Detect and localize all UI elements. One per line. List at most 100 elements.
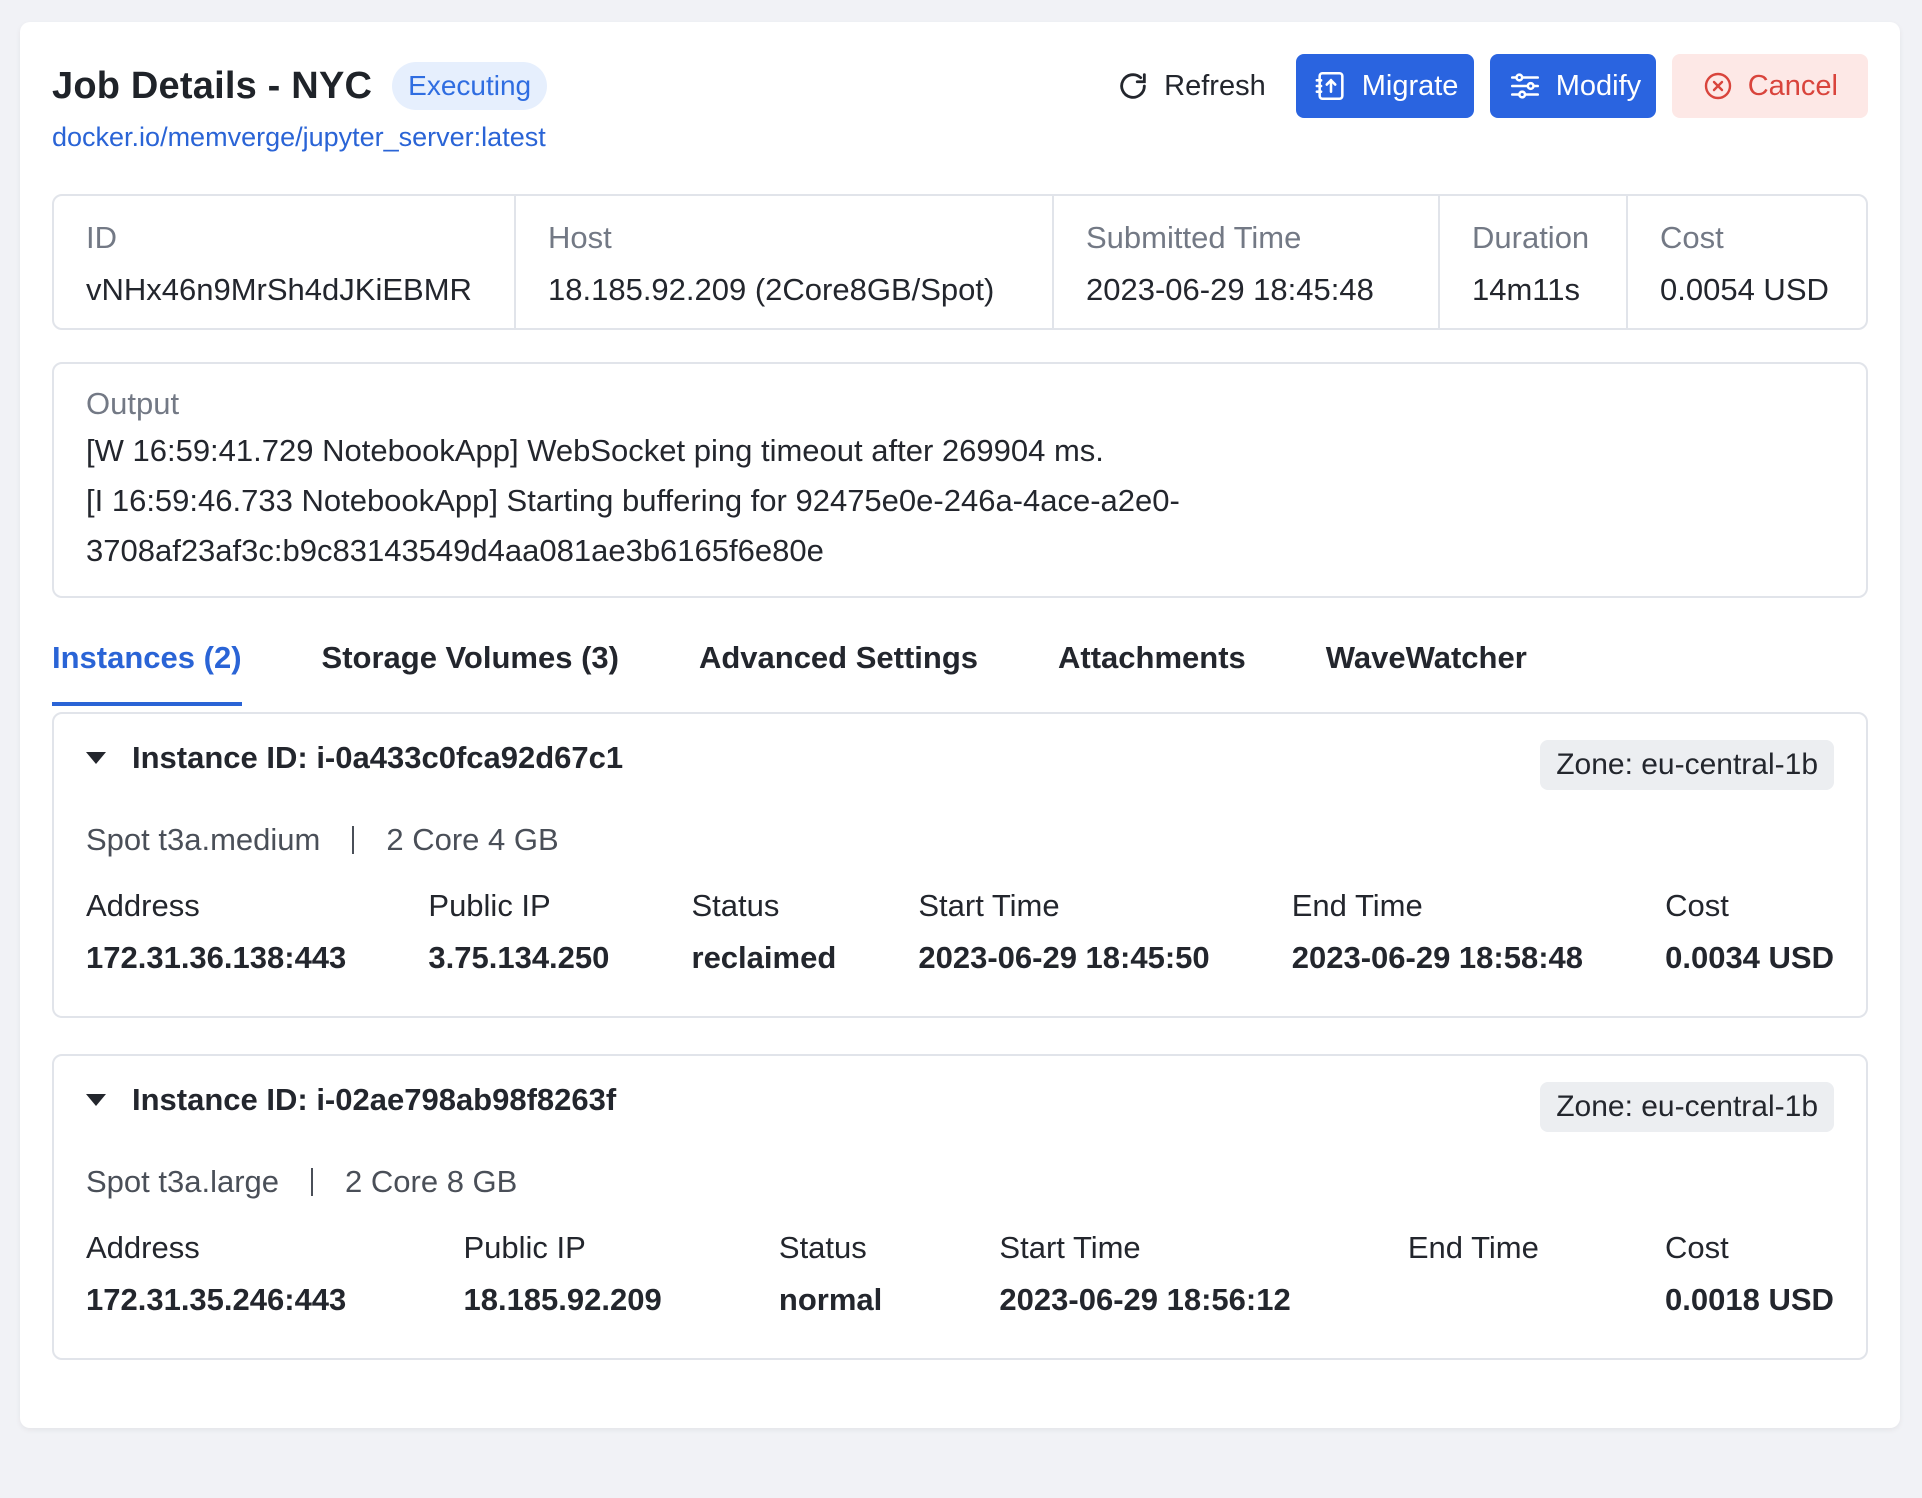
output-label: Output bbox=[86, 386, 180, 421]
modify-button[interactable]: Modify bbox=[1489, 54, 1656, 118]
instance-header[interactable]: Instance ID: i-0a433c0fca92d67c1 bbox=[86, 740, 623, 776]
start-time-label: Start Time bbox=[999, 1230, 1141, 1265]
field-start-time: Start Time 2023-06-29 18:56:12 bbox=[999, 1230, 1290, 1318]
field-status: Status normal bbox=[779, 1230, 882, 1318]
submitted-value: 2023-06-29 18:45:48 bbox=[1086, 272, 1374, 307]
tab-wavewatcher[interactable]: WaveWatcher bbox=[1326, 640, 1527, 706]
instance-type: Spot t3a.large bbox=[86, 1164, 280, 1199]
instance-cost-label: Cost bbox=[1665, 888, 1729, 923]
field-cost: Cost 0.0018 USD bbox=[1665, 1230, 1834, 1318]
start-time-label: Start Time bbox=[918, 888, 1060, 923]
instance-fields: Address 172.31.35.246:443 Public IP 18.1… bbox=[86, 1230, 1834, 1318]
tab-storage-volumes[interactable]: Storage Volumes (3) bbox=[322, 640, 619, 706]
close-circle-icon bbox=[1702, 70, 1734, 102]
migrate-button[interactable]: Migrate bbox=[1295, 54, 1474, 118]
field-address: Address 172.31.35.246:443 bbox=[86, 1230, 346, 1318]
field-public-ip: Public IP 18.185.92.209 bbox=[463, 1230, 661, 1318]
output-line: [I 16:59:46.733 NotebookApp] Starting bu… bbox=[86, 483, 1180, 518]
address-value: 172.31.36.138:443 bbox=[86, 940, 347, 975]
instance-header[interactable]: Instance ID: i-02ae798ab98f8263f bbox=[86, 1082, 616, 1118]
field-cost: Cost 0.0034 USD bbox=[1665, 888, 1834, 976]
end-time-value bbox=[1408, 1282, 1548, 1318]
container-image-link[interactable]: docker.io/memverge/jupyter_server:latest bbox=[52, 122, 546, 153]
instance-spec: Spot t3a.large 2 Core 8 GB bbox=[86, 1164, 517, 1200]
id-label: ID bbox=[86, 220, 117, 255]
instance-id: Instance ID: i-02ae798ab98f8263f bbox=[132, 1082, 617, 1117]
cost-value: 0.0054 USD bbox=[1660, 272, 1829, 307]
field-end-time: End Time 2023-06-29 18:58:48 bbox=[1292, 888, 1583, 976]
end-time-value: 2023-06-29 18:58:48 bbox=[1291, 940, 1584, 975]
page-title: Job Details - NYC bbox=[52, 64, 373, 107]
refresh-button[interactable]: Refresh bbox=[1102, 54, 1280, 118]
host-label: Host bbox=[548, 220, 612, 255]
caret-down-icon[interactable] bbox=[86, 752, 106, 764]
modify-label: Modify bbox=[1555, 69, 1642, 102]
output-log: [W 16:59:41.729 NotebookApp] WebSocket p… bbox=[86, 426, 1834, 576]
address-label: Address bbox=[86, 1230, 200, 1265]
tab-attachments[interactable]: Attachments bbox=[1058, 640, 1246, 706]
host-value: 18.185.92.209 (2Core8GB/Spot) bbox=[548, 272, 995, 307]
instance-resources: 2 Core 4 GB bbox=[386, 822, 559, 857]
zone-badge: Zone: eu-central-1b bbox=[1540, 740, 1834, 790]
end-time-label: End Time bbox=[1407, 1230, 1539, 1265]
migrate-label: Migrate bbox=[1361, 69, 1459, 102]
summary-submitted: Submitted Time 2023-06-29 18:45:48 bbox=[1054, 196, 1440, 328]
migrate-icon bbox=[1314, 69, 1348, 103]
output-line: [W 16:59:41.729 NotebookApp] WebSocket p… bbox=[86, 433, 1104, 468]
public-ip-value: 18.185.92.209 bbox=[463, 1282, 662, 1317]
id-value: vNHx46n9MrSh4dJKiEBMR bbox=[86, 272, 472, 307]
status-label: Status bbox=[778, 1230, 867, 1265]
address-value: 172.31.35.246:443 bbox=[86, 1282, 347, 1317]
job-details-card: Job Details - NYC Executing docker.io/me… bbox=[20, 22, 1900, 1428]
summary-duration: Duration 14m11s bbox=[1440, 196, 1628, 328]
status-label: Status bbox=[691, 888, 780, 923]
end-time-label: End Time bbox=[1291, 888, 1423, 923]
status-badge: Executing bbox=[392, 62, 548, 110]
duration-value: 14m11s bbox=[1472, 272, 1580, 307]
instance-spec: Spot t3a.medium 2 Core 4 GB bbox=[86, 822, 559, 858]
summary-id: ID vNHx46n9MrSh4dJKiEBMR bbox=[54, 196, 516, 328]
start-time-value: 2023-06-29 18:56:12 bbox=[999, 1282, 1291, 1317]
instance-type: Spot t3a.medium bbox=[86, 822, 321, 857]
field-public-ip: Public IP 3.75.134.250 bbox=[428, 888, 609, 976]
tab-advanced-settings[interactable]: Advanced Settings bbox=[699, 640, 978, 706]
instance-fields: Address 172.31.36.138:443 Public IP 3.75… bbox=[86, 888, 1834, 976]
tab-instances[interactable]: Instances (2) bbox=[52, 640, 242, 706]
field-end-time: End Time bbox=[1408, 1230, 1548, 1318]
start-time-value: 2023-06-29 18:45:50 bbox=[918, 940, 1210, 975]
refresh-icon bbox=[1116, 69, 1150, 103]
summary-cost: Cost 0.0054 USD bbox=[1628, 196, 1866, 328]
action-bar: Refresh Migrate Modify Cancel bbox=[1102, 54, 1868, 118]
title-row: Job Details - NYC Executing bbox=[52, 62, 548, 110]
public-ip-label: Public IP bbox=[428, 888, 551, 923]
divider bbox=[352, 826, 355, 854]
sliders-icon bbox=[1508, 69, 1542, 103]
instance-card: Instance ID: i-02ae798ab98f8263f Zone: e… bbox=[52, 1054, 1868, 1360]
instance-resources: 2 Core 8 GB bbox=[345, 1164, 518, 1199]
submitted-label: Submitted Time bbox=[1086, 220, 1302, 255]
caret-down-icon[interactable] bbox=[86, 1094, 106, 1106]
cancel-label: Cancel bbox=[1747, 69, 1838, 102]
instance-card: Instance ID: i-0a433c0fca92d67c1 Zone: e… bbox=[52, 712, 1868, 1018]
field-status: Status reclaimed bbox=[692, 888, 837, 976]
field-start-time: Start Time 2023-06-29 18:45:50 bbox=[918, 888, 1209, 976]
status-value: normal bbox=[778, 1282, 883, 1317]
public-ip-label: Public IP bbox=[463, 1230, 586, 1265]
tab-bar: Instances (2) Storage Volumes (3) Advanc… bbox=[52, 640, 1607, 706]
field-address: Address 172.31.36.138:443 bbox=[86, 888, 346, 976]
instance-id: Instance ID: i-0a433c0fca92d67c1 bbox=[132, 740, 624, 775]
cost-label: Cost bbox=[1660, 220, 1724, 255]
divider bbox=[311, 1168, 314, 1196]
zone-badge: Zone: eu-central-1b bbox=[1540, 1082, 1834, 1132]
job-summary: ID vNHx46n9MrSh4dJKiEBMR Host 18.185.92.… bbox=[52, 194, 1868, 330]
status-value: reclaimed bbox=[691, 940, 837, 975]
instance-cost-value: 0.0034 USD bbox=[1665, 940, 1834, 975]
output-panel: Output [W 16:59:41.729 NotebookApp] WebS… bbox=[52, 362, 1868, 598]
duration-label: Duration bbox=[1472, 220, 1590, 255]
instance-cost-value: 0.0018 USD bbox=[1665, 1282, 1834, 1317]
cancel-button[interactable]: Cancel bbox=[1671, 54, 1868, 118]
public-ip-value: 3.75.134.250 bbox=[428, 940, 610, 975]
refresh-label: Refresh bbox=[1164, 69, 1266, 102]
output-line: 3708af23af3c:b9c83143549d4aa081ae3b6165f… bbox=[86, 533, 824, 568]
instance-cost-label: Cost bbox=[1665, 1230, 1729, 1265]
